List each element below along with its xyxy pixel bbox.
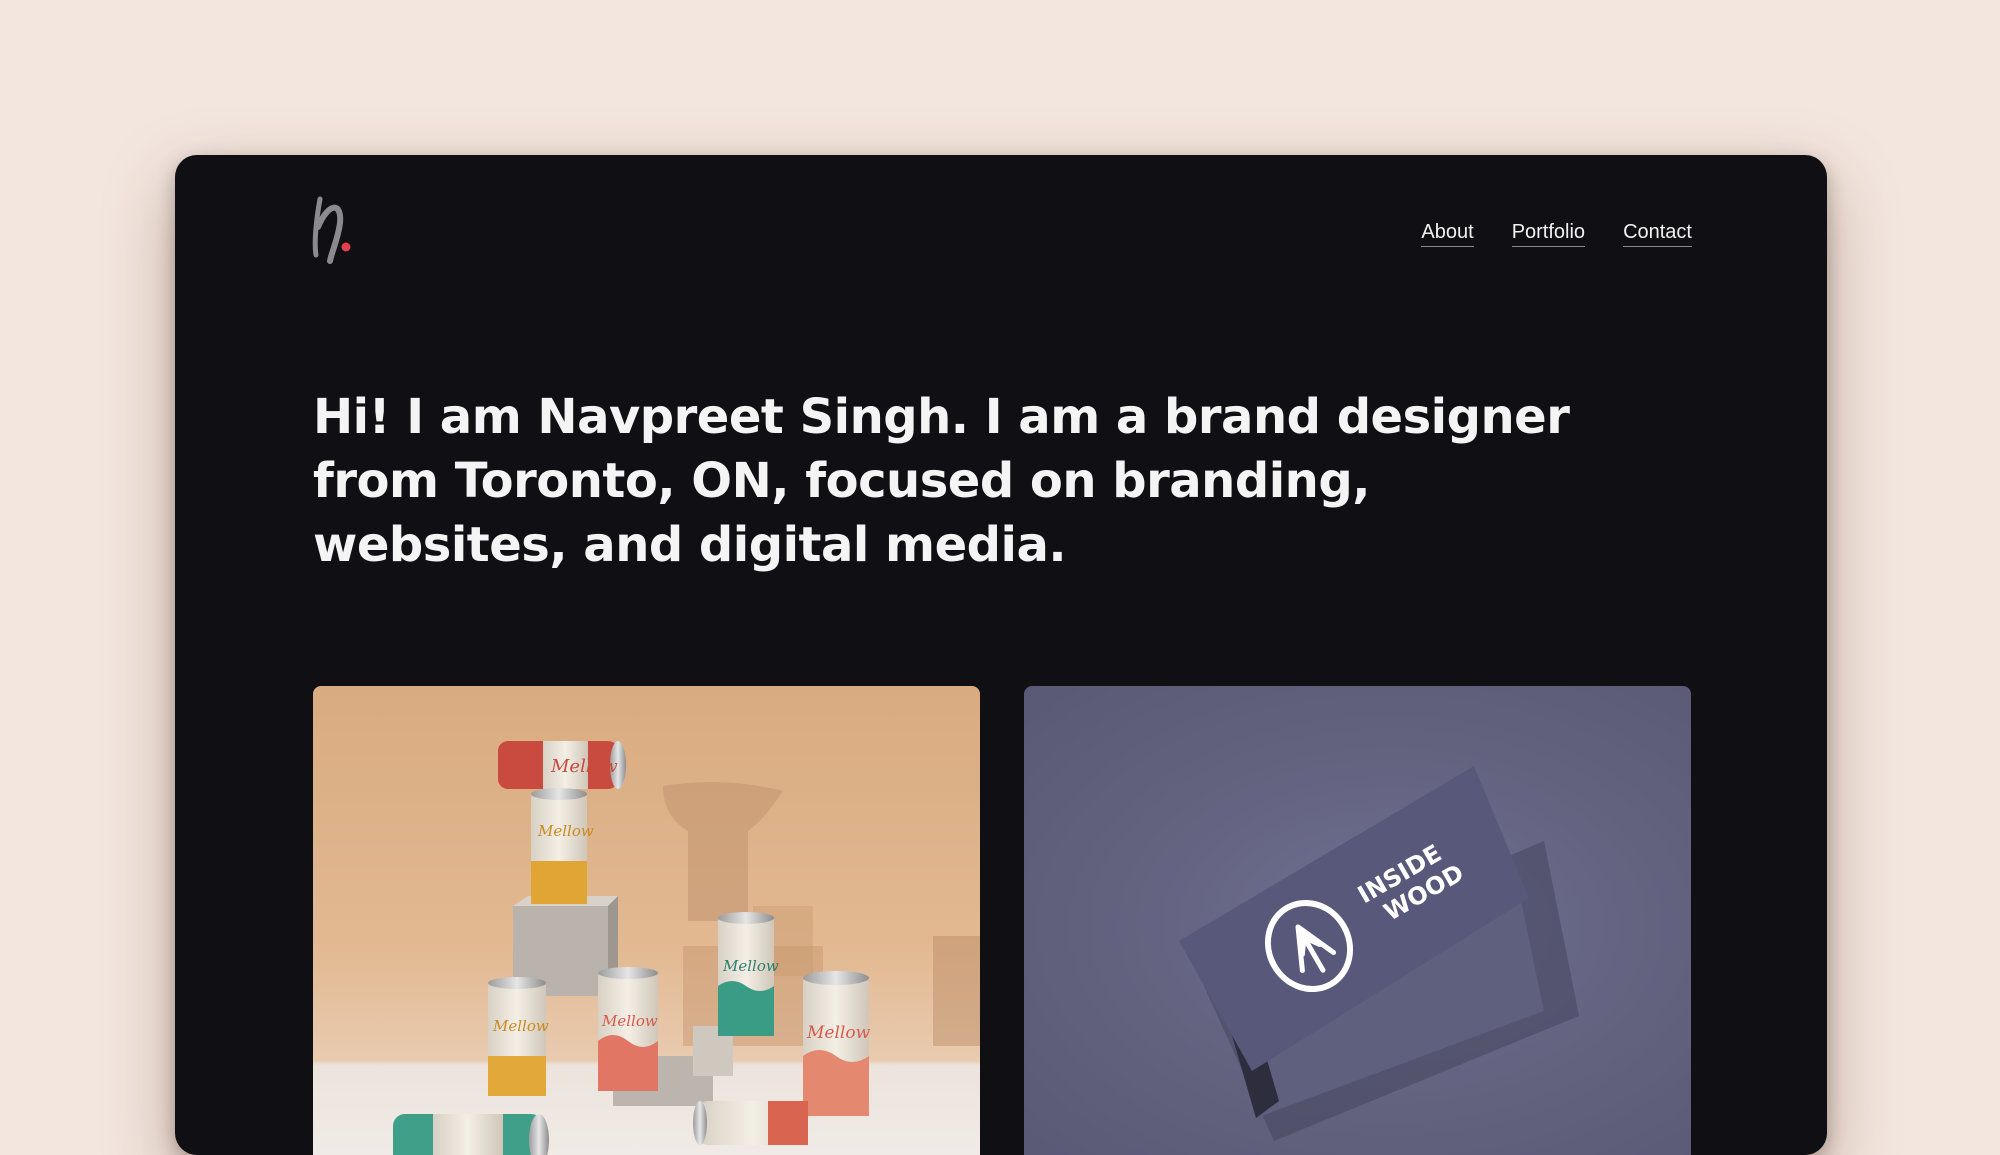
mellow-label-front-left: Mellow — [492, 1017, 549, 1035]
nav-link-contact[interactable]: Contact — [1623, 221, 1692, 247]
mellow-label-yellow: Mellow — [537, 822, 594, 840]
nav-link-portfolio[interactable]: Portfolio — [1511, 221, 1586, 247]
mellow-label-right: Mellow — [806, 1023, 871, 1043]
project-card-mellow[interactable]: Mellow Mellow Mellow Mellow Mellow Mello… — [313, 686, 980, 1155]
nav-link-about[interactable]: About — [1421, 221, 1474, 247]
inside-wood-cards-image: INSIDE WOOD — [1179, 766, 1579, 1141]
mellow-label-green: Mellow — [722, 957, 779, 975]
mellow-cans-image: Mellow Mellow Mellow Mellow Mellow Mello… — [393, 741, 980, 1155]
browser-window: About Portfolio Contact Hi! I am Navpree… — [175, 155, 1827, 1155]
logo-icon[interactable] — [310, 193, 370, 273]
main-nav: About Portfolio Contact — [1421, 221, 1692, 247]
mellow-label-top: Mellow — [550, 756, 618, 777]
mellow-label-center: Mellow — [601, 1012, 658, 1030]
project-card-inside-wood[interactable]: INSIDE WOOD — [1024, 686, 1691, 1155]
hero-intro-heading: Hi! I am Navpreet Singh. I am a brand de… — [313, 389, 1570, 573]
